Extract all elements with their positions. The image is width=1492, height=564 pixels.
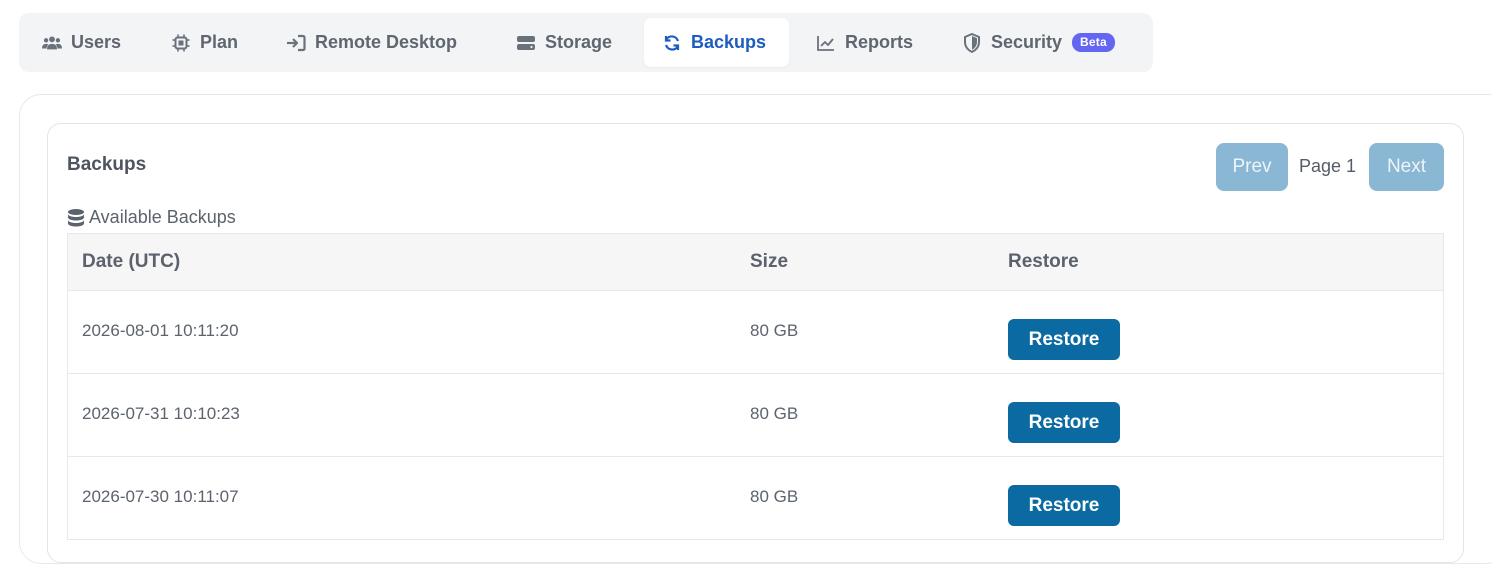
- backup-date: 2026-07-30 10:11:07: [82, 487, 239, 506]
- available-backups-heading: Available Backups: [67, 207, 236, 228]
- tab-storage[interactable]: Storage: [516, 18, 612, 67]
- chip-icon: [171, 33, 191, 53]
- tab-label: Remote Desktop: [315, 32, 458, 52]
- restore-button[interactable]: Restore: [1008, 485, 1120, 526]
- backup-size: 80 GB: [750, 404, 799, 423]
- column-header-date: Date (UTC): [82, 251, 181, 272]
- page-indicator: Page 1: [1299, 156, 1357, 176]
- section-title: Backups: [67, 154, 147, 175]
- sign-in-icon: [286, 33, 306, 53]
- table-row: 2026-08-01 10:11:20 80 GB Restore: [67, 291, 1444, 374]
- table-header: Date (UTC) Size Restore: [67, 233, 1444, 291]
- tab-label: Storage: [545, 32, 613, 52]
- sync-icon: [662, 33, 682, 53]
- backup-size: 80 GB: [750, 487, 799, 506]
- list-heading-label: Available Backups: [89, 207, 236, 227]
- tab-reports[interactable]: Reports: [816, 18, 913, 67]
- tab-label: Users: [71, 32, 122, 52]
- column-header-restore: Restore: [1008, 251, 1079, 272]
- backup-size: 80 GB: [750, 321, 799, 340]
- restore-button[interactable]: Restore: [1008, 402, 1120, 443]
- table-row: 2026-07-30 10:11:07 80 GB Restore: [67, 457, 1444, 540]
- tab-backups[interactable]: Backups: [644, 18, 789, 67]
- restore-button[interactable]: Restore: [1008, 319, 1120, 360]
- line-chart-icon: [816, 33, 836, 53]
- tab-label: Reports: [845, 32, 914, 52]
- tab-remote-desktop[interactable]: Remote Desktop: [286, 18, 457, 67]
- table-row: 2026-07-31 10:10:23 80 GB Restore: [67, 374, 1444, 457]
- tab-security[interactable]: Security Beta: [962, 18, 1115, 67]
- storage-drive-icon: [516, 33, 536, 53]
- tab-users[interactable]: Users: [42, 18, 121, 67]
- prev-page-button[interactable]: Prev: [1216, 143, 1288, 191]
- backup-date: 2026-07-31 10:10:23: [82, 404, 240, 423]
- tab-label: Plan: [200, 32, 239, 52]
- tab-plan[interactable]: Plan: [171, 18, 238, 67]
- backup-date: 2026-08-01 10:11:20: [82, 321, 239, 340]
- database-icon: [67, 208, 85, 228]
- backups-table: Date (UTC) Size Restore 2026-08-01 10:11…: [67, 233, 1444, 540]
- beta-badge: Beta: [1072, 33, 1115, 52]
- tab-label: Backups: [691, 32, 767, 52]
- users-icon: [42, 33, 62, 53]
- tab-label: Security: [991, 32, 1063, 52]
- tab-bar: Users Plan Remote Desktop Storage Backup…: [19, 13, 1153, 72]
- shield-icon: [962, 32, 982, 53]
- column-header-size: Size: [750, 251, 789, 272]
- next-page-button[interactable]: Next: [1369, 143, 1444, 191]
